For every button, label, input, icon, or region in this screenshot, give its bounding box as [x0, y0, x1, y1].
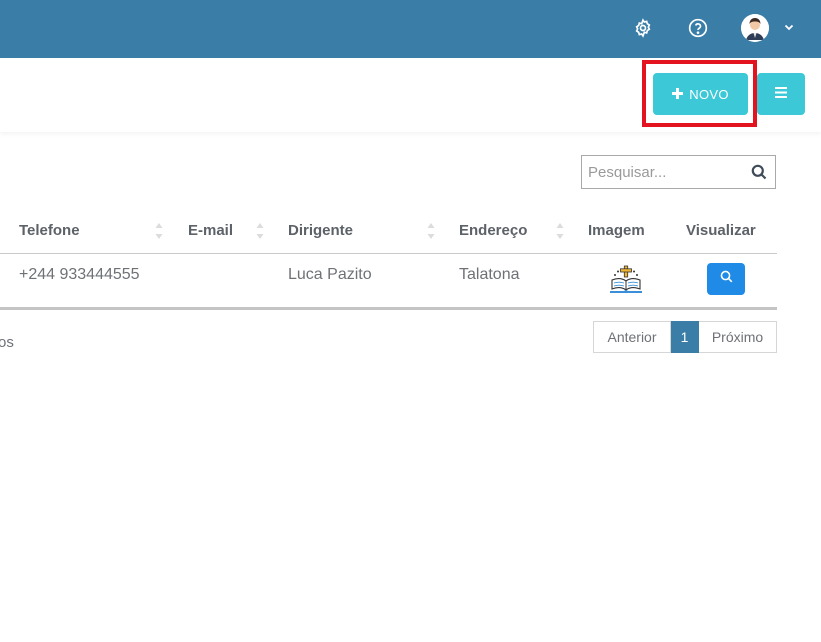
search-icon	[720, 270, 733, 288]
new-button-label: NOVO	[689, 86, 729, 102]
table-info-text: os	[0, 334, 14, 351]
top-navbar	[0, 0, 821, 58]
column-header-dirigente[interactable]: Dirigente	[288, 222, 353, 239]
sort-icon[interactable]	[155, 222, 163, 240]
user-avatar[interactable]	[741, 14, 769, 42]
pagination-page-1[interactable]: 1	[671, 321, 699, 353]
cell-dirigente: Luca Pazito	[288, 266, 372, 283]
pagination-next[interactable]: Próximo	[699, 321, 777, 353]
pagination: Anterior 1 Próximo	[593, 321, 777, 353]
column-header-imagem: Imagem	[588, 222, 645, 239]
sort-icon[interactable]	[427, 222, 435, 240]
menu-button[interactable]	[757, 73, 805, 115]
help-circle-icon[interactable]	[685, 15, 711, 41]
table-bottom-border	[0, 307, 777, 310]
search-icon[interactable]	[751, 164, 767, 180]
search-box	[581, 155, 776, 189]
menu-icon	[775, 85, 787, 103]
sort-icon[interactable]	[256, 222, 264, 240]
gear-icon[interactable]	[630, 15, 656, 41]
column-header-visualizar: Visualizar	[686, 222, 756, 239]
column-header-telefone[interactable]: Telefone	[19, 222, 80, 239]
table-header-divider	[0, 253, 777, 254]
search-input[interactable]	[582, 156, 748, 188]
column-header-email[interactable]: E-mail	[188, 222, 233, 239]
sort-icon[interactable]	[556, 222, 564, 240]
church-book-icon	[609, 265, 643, 295]
pagination-previous[interactable]: Anterior	[593, 321, 671, 353]
new-button[interactable]: NOVO	[653, 73, 748, 115]
plus-icon	[672, 86, 684, 103]
column-header-endereco[interactable]: Endereço	[459, 222, 527, 239]
cell-endereco: Talatona	[459, 266, 520, 283]
cell-telefone: +244 933444555	[19, 266, 140, 283]
chevron-down-icon[interactable]	[782, 20, 796, 34]
view-button[interactable]	[707, 263, 745, 295]
